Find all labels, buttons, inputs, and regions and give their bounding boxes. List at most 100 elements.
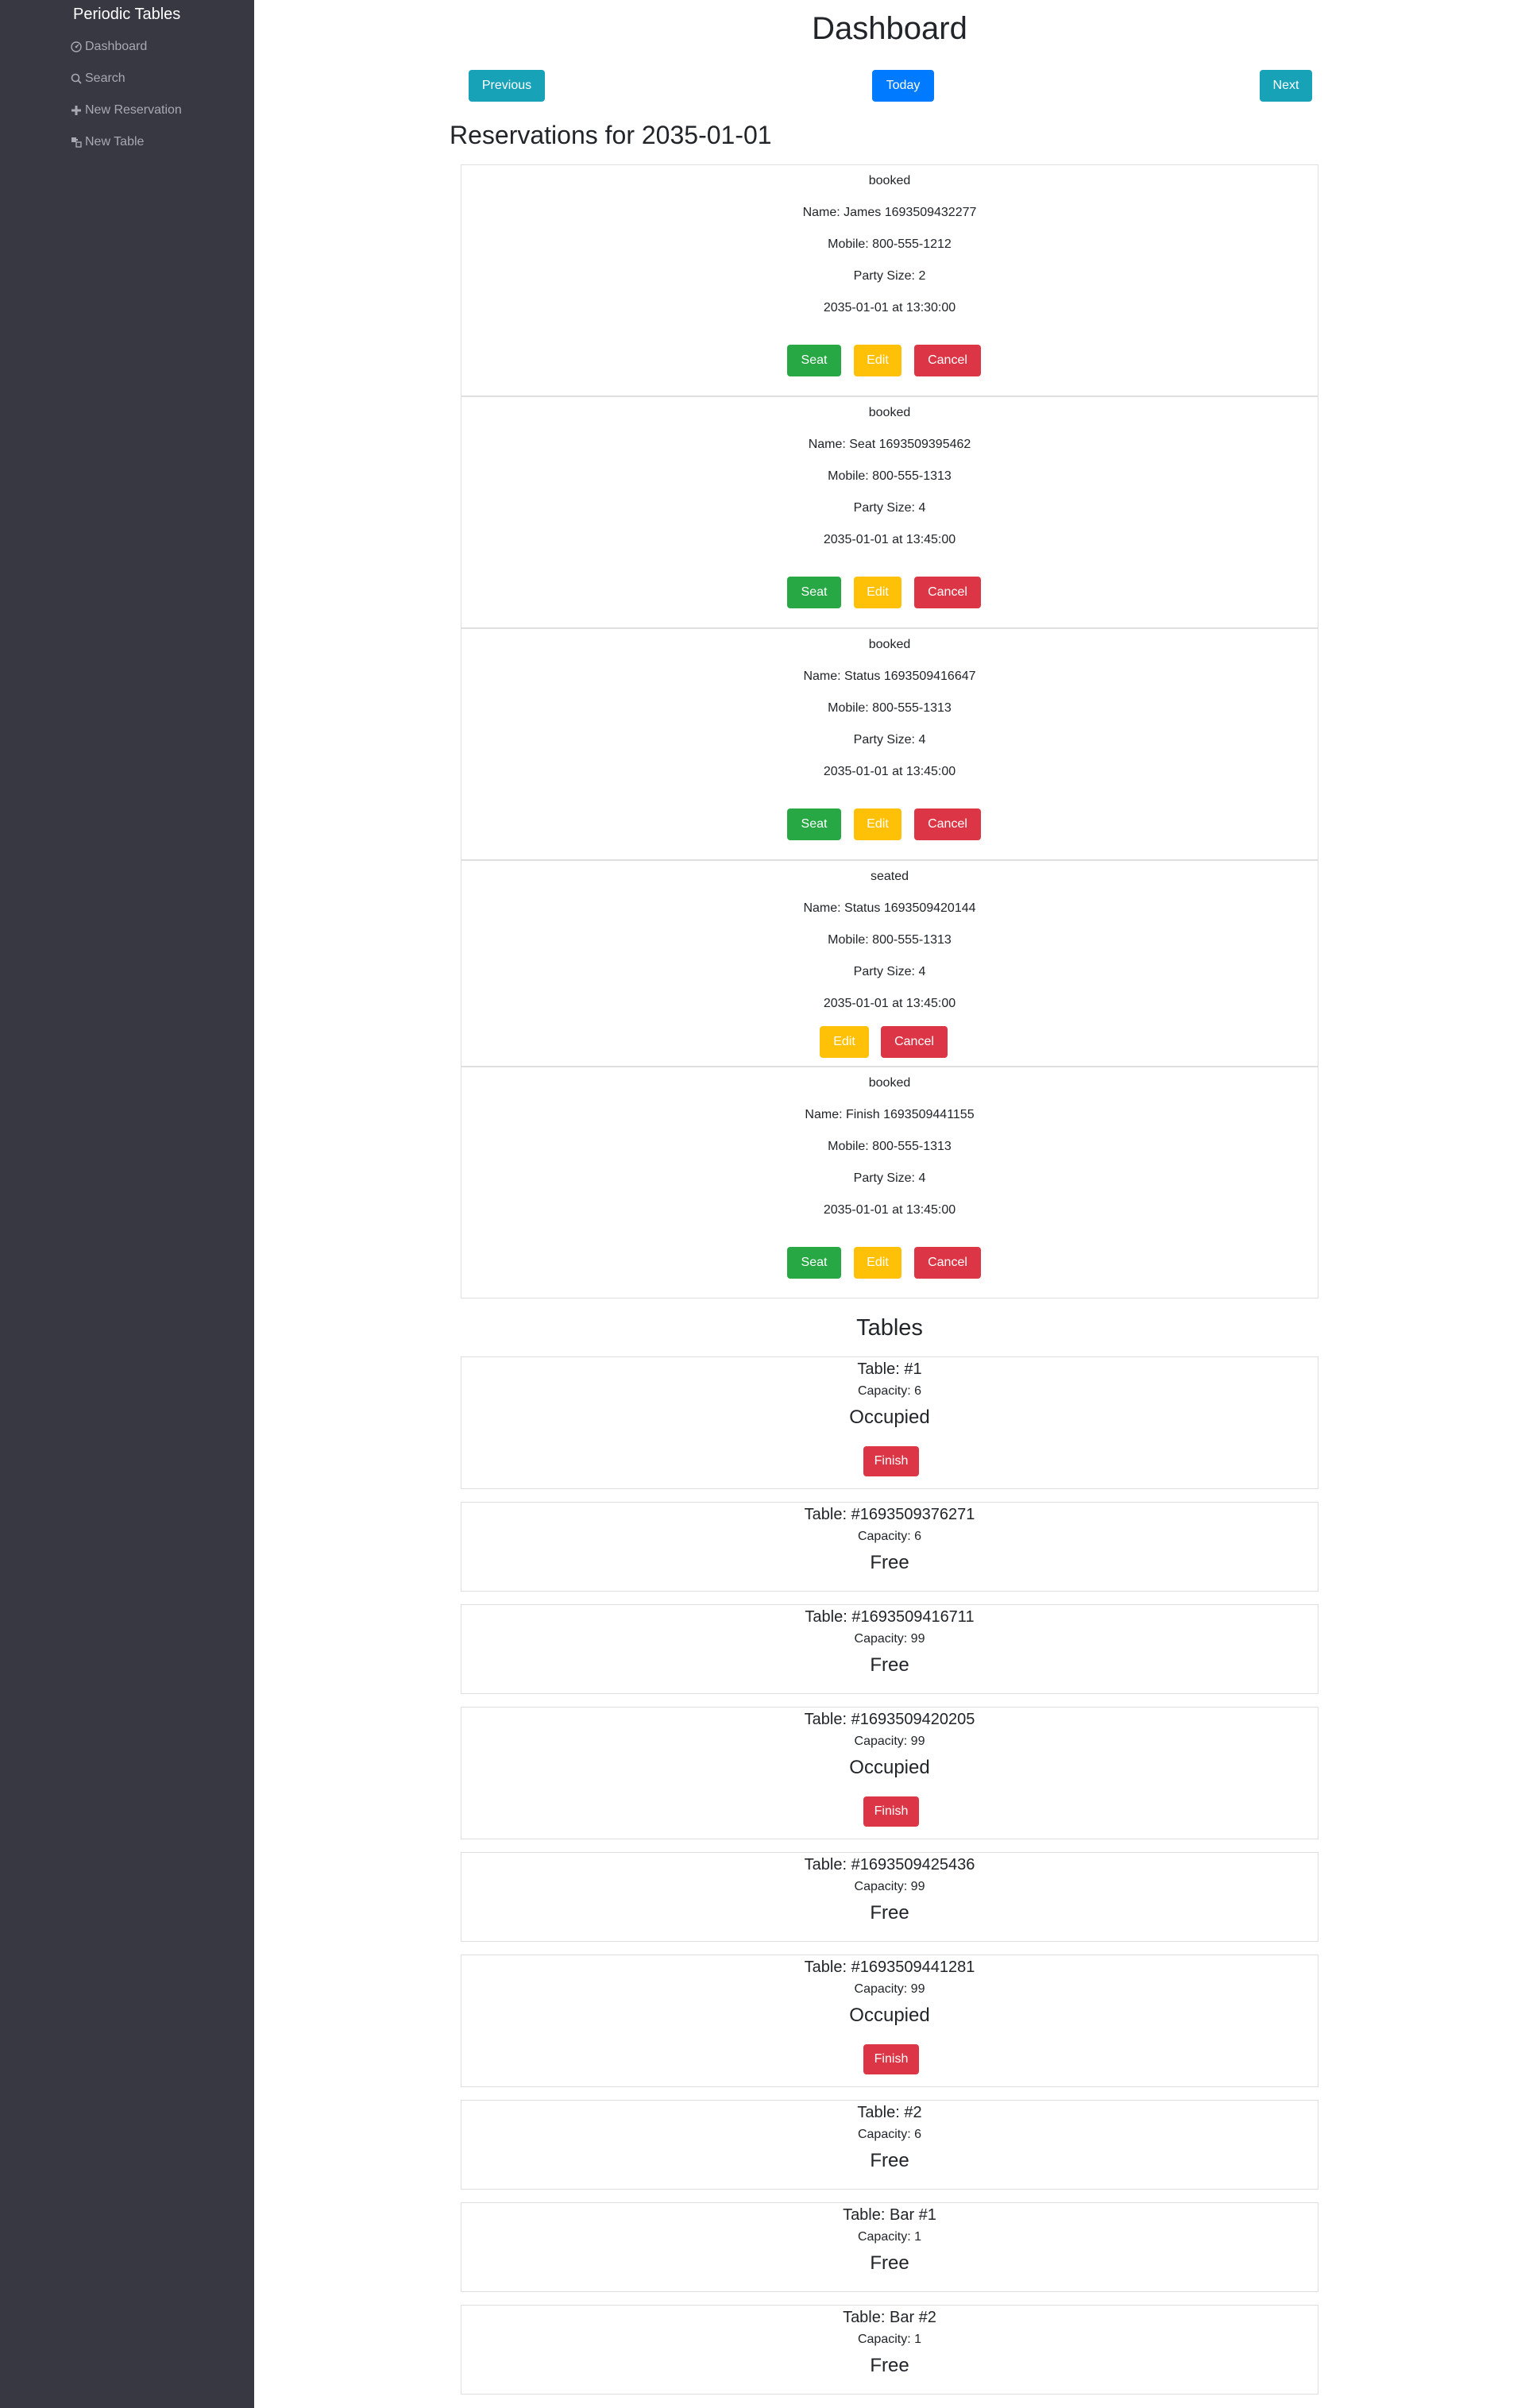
reservation-status: booked [868, 638, 911, 651]
reservation-mobile: Mobile: 800-555-1313 [828, 701, 952, 715]
table-title: Table: Bar #2 [843, 2309, 936, 2326]
reservation-card: booked Name: James 1693509432277 Mobile:… [461, 164, 1318, 396]
reservation-card: booked Name: Finish 1693509441155 Mobile… [461, 1067, 1318, 1299]
table-status: Free [870, 1654, 909, 1676]
table-title: Table: #1693509425436 [804, 1856, 975, 1874]
seat-button[interactable]: Seat [787, 808, 841, 840]
reservation-card: seated Name: Status 1693509420144 Mobile… [461, 860, 1318, 1067]
reservation-status: seated [870, 870, 909, 883]
brand-title[interactable]: Periodic Tables [73, 6, 180, 24]
table-card: Table: #1693509425436 Capacity: 99 Free [461, 1852, 1318, 1942]
reservation-party-size: Party Size: 4 [853, 965, 926, 978]
sidebar-item-label: New Reservation [85, 103, 182, 117]
table-title: Table: #1693509441281 [804, 1958, 975, 1976]
cancel-button[interactable]: Cancel [914, 1247, 981, 1279]
seat-button[interactable]: Seat [787, 1247, 841, 1279]
search-icon [71, 73, 82, 84]
sidebar-item-dashboard[interactable]: Dashboard [71, 38, 147, 56]
edit-button[interactable]: Edit [854, 345, 901, 376]
page-title: Dashboard [812, 11, 967, 46]
reservation-name: Name: Seat 1693509395462 [808, 438, 971, 451]
table-capacity: Capacity: 99 [854, 1880, 925, 1893]
table-card: Table: #1693509441281 Capacity: 99 Occup… [461, 1955, 1318, 2087]
tables-heading: Tables [856, 1315, 923, 1341]
table-status: Occupied [849, 1407, 930, 1428]
table-status: Free [870, 1552, 909, 1573]
reservation-datetime: 2035-01-01 at 13:45:00 [823, 765, 956, 778]
next-button[interactable]: Next [1260, 70, 1312, 102]
cancel-button[interactable]: Cancel [881, 1026, 948, 1058]
sidebar: Periodic Tables Dashboard Search New Res… [0, 0, 254, 2408]
finish-button[interactable]: Finish [863, 1796, 919, 1827]
table-status: Free [870, 1902, 909, 1924]
table-title: Table: #2 [857, 2104, 922, 2121]
reservation-status: booked [868, 174, 911, 187]
reservation-party-size: Party Size: 4 [853, 733, 926, 747]
reservation-party-size: Party Size: 4 [853, 501, 926, 515]
table-card: Table: #1693509376271 Capacity: 6 Free [461, 1502, 1318, 1592]
sidebar-item-new-table[interactable]: New Table [71, 133, 144, 151]
sidebar-item-search[interactable]: Search [71, 70, 125, 87]
main-content: Dashboard Previous Today Next Reservatio… [254, 0, 1525, 2408]
reservation-datetime: 2035-01-01 at 13:30:00 [823, 301, 956, 315]
finish-button[interactable]: Finish [863, 2044, 919, 2074]
table-status: Free [870, 2150, 909, 2171]
table-status: Occupied [849, 2005, 930, 2026]
reservation-datetime: 2035-01-01 at 13:45:00 [823, 1203, 956, 1217]
table-title: Table: #1 [857, 1360, 922, 1378]
dashboard-icon [71, 41, 82, 52]
edit-button[interactable]: Edit [854, 808, 901, 840]
table-title: Table: #1693509420205 [804, 1711, 975, 1728]
reservation-name: Name: James 1693509432277 [802, 206, 977, 219]
reservation-mobile: Mobile: 800-555-1313 [828, 933, 952, 947]
reservation-status: booked [868, 1076, 911, 1090]
seat-button[interactable]: Seat [787, 577, 841, 608]
previous-button[interactable]: Previous [469, 70, 545, 102]
edit-button[interactable]: Edit [854, 577, 901, 608]
sidebar-item-label: Search [85, 71, 125, 85]
sidebar-item-new-reservation[interactable]: New Reservation [71, 102, 182, 119]
table-status: Free [870, 2252, 909, 2274]
table-title: Table: Bar #1 [843, 2206, 936, 2224]
reservation-name: Name: Status 1693509416647 [803, 670, 976, 683]
table-icon [71, 137, 82, 148]
today-button[interactable]: Today [872, 70, 934, 102]
reservation-datetime: 2035-01-01 at 13:45:00 [823, 533, 956, 546]
table-card: Table: #1693509420205 Capacity: 99 Occup… [461, 1707, 1318, 1839]
plus-icon [71, 106, 81, 115]
reservation-party-size: Party Size: 2 [853, 269, 926, 283]
table-capacity: Capacity: 6 [857, 2128, 922, 2141]
table-title: Table: #1693509416711 [805, 1608, 975, 1626]
reservations-heading: Reservations for 2035-01-01 [450, 121, 772, 149]
edit-button[interactable]: Edit [820, 1026, 869, 1058]
reservation-card: booked Name: Status 1693509416647 Mobile… [461, 628, 1318, 860]
table-capacity: Capacity: 1 [857, 2230, 922, 2244]
finish-button[interactable]: Finish [863, 1446, 919, 1476]
reservation-mobile: Mobile: 800-555-1313 [828, 469, 952, 483]
table-card: Table: Bar #2 Capacity: 1 Free [461, 2305, 1318, 2394]
table-title: Table: #1693509376271 [804, 1506, 975, 1523]
edit-button[interactable]: Edit [854, 1247, 901, 1279]
table-capacity: Capacity: 6 [857, 1384, 922, 1398]
reservation-card: booked Name: Seat 1693509395462 Mobile: … [461, 396, 1318, 628]
table-capacity: Capacity: 99 [854, 1735, 925, 1748]
reservation-mobile: Mobile: 800-555-1313 [828, 1140, 952, 1153]
sidebar-item-label: New Table [85, 135, 145, 149]
reservation-mobile: Mobile: 800-555-1212 [828, 237, 952, 251]
reservation-name: Name: Status 1693509420144 [803, 901, 976, 915]
table-status: Occupied [849, 1757, 930, 1778]
table-capacity: Capacity: 99 [854, 1982, 925, 1996]
seat-button[interactable]: Seat [787, 345, 841, 376]
reservation-party-size: Party Size: 4 [853, 1171, 926, 1185]
table-capacity: Capacity: 6 [857, 1530, 922, 1543]
reservation-datetime: 2035-01-01 at 13:45:00 [823, 997, 956, 1010]
table-card: Table: #2 Capacity: 6 Free [461, 2100, 1318, 2190]
cancel-button[interactable]: Cancel [914, 577, 981, 608]
cancel-button[interactable]: Cancel [914, 808, 981, 840]
table-capacity: Capacity: 1 [857, 2333, 922, 2346]
cancel-button[interactable]: Cancel [914, 345, 981, 376]
table-card: Table: #1 Capacity: 6 Occupied Finish [461, 1356, 1318, 1489]
table-card: Table: Bar #1 Capacity: 1 Free [461, 2202, 1318, 2292]
reservation-status: booked [868, 406, 911, 419]
reservation-name: Name: Finish 1693509441155 [805, 1108, 975, 1121]
